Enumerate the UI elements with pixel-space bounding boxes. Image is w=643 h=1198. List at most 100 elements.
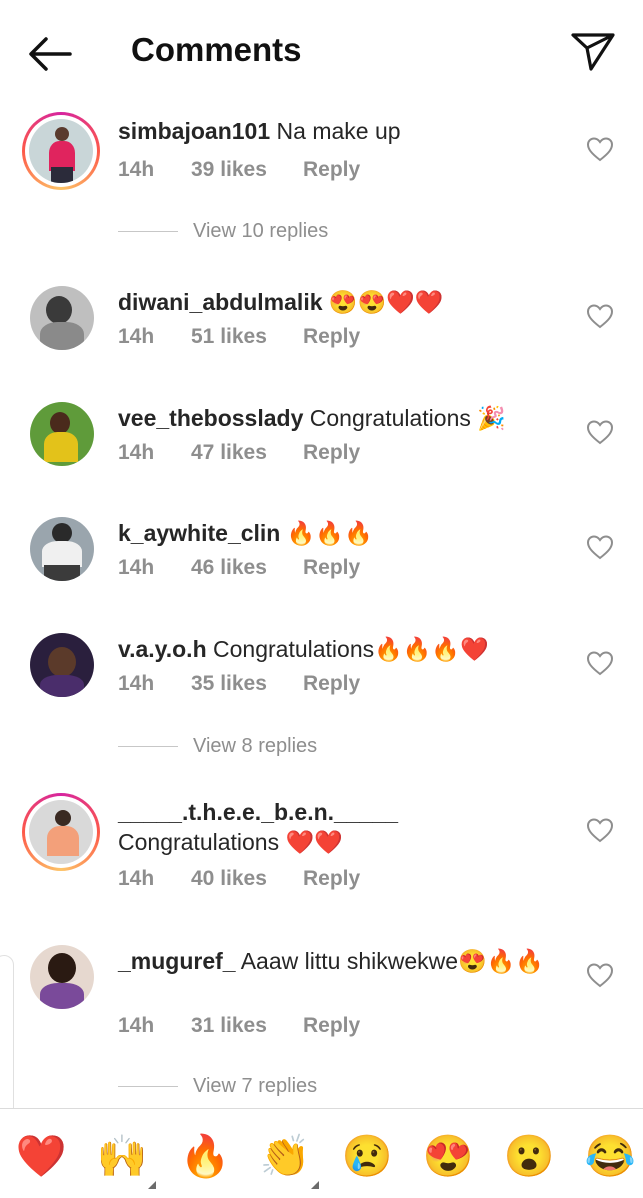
heart-outline-icon [586, 963, 614, 988]
emoji-heart-button[interactable]: ❤️ [11, 1131, 71, 1181]
heart-outline-icon [586, 137, 614, 162]
view-replies-label: View 7 replies [193, 1075, 318, 1097]
comment-item: diwani_abdulmalik 😍😍❤️❤️ 14h 51 likes Repl… [0, 283, 643, 363]
comment-username[interactable]: _____.t.h.e.e._b.e.n._____ [118, 799, 398, 825]
avatar-image [29, 119, 93, 183]
comment-meta: 14h 40 likes Reply [118, 867, 360, 891]
comment-meta: 14h 47 likes Reply [118, 441, 360, 465]
avatar[interactable] [22, 793, 100, 871]
comment-text: diwani_abdulmalik 😍😍❤️❤️ [118, 287, 558, 317]
like-comment-button[interactable] [586, 303, 614, 329]
comment-likes[interactable]: 47 likes [191, 441, 303, 465]
emoji-raised-hands-button[interactable]: 🙌 [92, 1131, 156, 1189]
avatar[interactable] [22, 399, 100, 477]
reply-button[interactable]: Reply [303, 672, 360, 696]
like-comment-button[interactable] [586, 650, 614, 676]
paper-plane-icon [571, 33, 615, 71]
reply-button[interactable]: Reply [303, 325, 360, 349]
comment-text: _muguref_ Aaaw littu shikwekwe😍🔥🔥 [118, 946, 548, 976]
avatar[interactable] [22, 942, 100, 1020]
reply-button[interactable]: Reply [303, 158, 360, 182]
comment-username[interactable]: diwani_abdulmalik [118, 289, 323, 315]
heart-outline-icon [586, 420, 614, 445]
comment-time: 14h [118, 672, 155, 695]
emoji-reaction-bar: ❤️ 🙌 🔥 👏 😢 😍 😮 😂 [0, 1108, 643, 1198]
comment-username[interactable]: v.a.y.o.h [118, 636, 207, 662]
like-comment-button[interactable] [586, 962, 614, 988]
comment-username[interactable]: k_aywhite_clin [118, 520, 280, 546]
like-comment-button[interactable] [586, 419, 614, 445]
comment-likes[interactable]: 51 likes [191, 325, 303, 349]
view-replies-button[interactable]: View 7 replies [118, 1075, 317, 1098]
reply-button[interactable]: Reply [303, 556, 360, 580]
avatar-image [29, 800, 93, 864]
comment-message: Na make up [270, 118, 401, 144]
like-comment-button[interactable] [586, 136, 614, 162]
view-replies-button[interactable]: View 10 replies [118, 220, 328, 243]
comment-message: 😍😍❤️❤️ [322, 289, 444, 315]
overlay-handle [0, 955, 14, 1122]
comment-username[interactable]: _muguref_ [118, 948, 236, 974]
emoji-raised-hands-glyph: 🙌 [96, 1133, 148, 1179]
comment-item: v.a.y.o.h Congratulations🔥🔥🔥❤️ 14h 35 lik… [0, 630, 643, 710]
avatar-image [30, 286, 94, 350]
view-replies-label: View 8 replies [193, 735, 318, 757]
comment-message: Congratulations ❤️❤️ [118, 829, 343, 855]
avatar-image [30, 517, 94, 581]
comment-meta: 14h 35 likes Reply [118, 672, 360, 696]
emoji-laughing-button[interactable]: 😂 [580, 1131, 640, 1181]
back-button[interactable] [26, 34, 74, 74]
comment-meta: 14h 31 likes Reply [118, 1014, 360, 1038]
comment-message: 🔥🔥🔥 [280, 520, 373, 546]
comment-meta: 14h 46 likes Reply [118, 556, 360, 580]
heart-outline-icon [586, 651, 614, 676]
reply-button[interactable]: Reply [303, 1014, 360, 1038]
comment-time: 14h [118, 158, 155, 181]
comment-time: 14h [118, 325, 155, 348]
comment-message: Aaaw littu shikwekwe😍🔥🔥 [235, 948, 544, 974]
comment-item: vee_thebosslady Congratulations 🎉 14h 47 … [0, 399, 643, 479]
comment-text: v.a.y.o.h Congratulations🔥🔥🔥❤️ [118, 634, 558, 664]
comment-time: 14h [118, 441, 155, 464]
comment-username[interactable]: vee_thebosslady [118, 405, 303, 431]
comment-likes[interactable]: 46 likes [191, 556, 303, 580]
avatar[interactable] [22, 630, 100, 708]
comment-likes[interactable]: 40 likes [191, 867, 303, 891]
emoji-fire-button[interactable]: 🔥 [175, 1131, 235, 1181]
avatar[interactable] [22, 112, 100, 190]
like-comment-button[interactable] [586, 817, 614, 843]
comment-item: simbajoan101 Na make up 14h 39 likes Reply [0, 112, 643, 232]
avatar[interactable] [22, 514, 100, 592]
emoji-clap-button[interactable]: 👏 [255, 1131, 319, 1189]
comment-message: Congratulations 🎉 [303, 405, 506, 431]
heart-outline-icon [586, 818, 614, 843]
view-replies-button[interactable]: View 8 replies [118, 735, 317, 758]
comment-meta: 14h 51 likes Reply [118, 325, 360, 349]
comment-time: 14h [118, 1014, 155, 1037]
avatar[interactable] [22, 283, 100, 361]
like-comment-button[interactable] [586, 534, 614, 560]
comment-likes[interactable]: 39 likes [191, 158, 303, 182]
avatar-image [30, 402, 94, 466]
skin-tone-indicator [311, 1181, 319, 1189]
reply-button[interactable]: Reply [303, 867, 360, 891]
comment-text: vee_thebosslady Congratulations 🎉 [118, 403, 558, 433]
comment-text: simbajoan101 Na make up [118, 116, 558, 146]
avatar-image [30, 633, 94, 697]
reply-button[interactable]: Reply [303, 441, 360, 465]
comment-item: _____.t.h.e.e._b.e.n._____ Congratulation… [0, 793, 643, 903]
heart-outline-icon [586, 535, 614, 560]
emoji-crying-button[interactable]: 😢 [337, 1131, 397, 1181]
comment-likes[interactable]: 31 likes [191, 1014, 303, 1038]
divider [118, 1085, 178, 1088]
emoji-heart-eyes-button[interactable]: 😍 [418, 1131, 478, 1181]
share-button[interactable] [570, 30, 616, 72]
avatar-image [30, 945, 94, 1009]
view-replies-label: View 10 replies [193, 220, 329, 242]
comment-likes[interactable]: 35 likes [191, 672, 303, 696]
comment-username[interactable]: simbajoan101 [118, 118, 270, 144]
emoji-surprised-button[interactable]: 😮 [499, 1131, 559, 1181]
comment-item: k_aywhite_clin 🔥🔥🔥 14h 46 likes Reply [0, 514, 643, 594]
emoji-clap-glyph: 👏 [259, 1133, 311, 1179]
divider [118, 745, 178, 748]
